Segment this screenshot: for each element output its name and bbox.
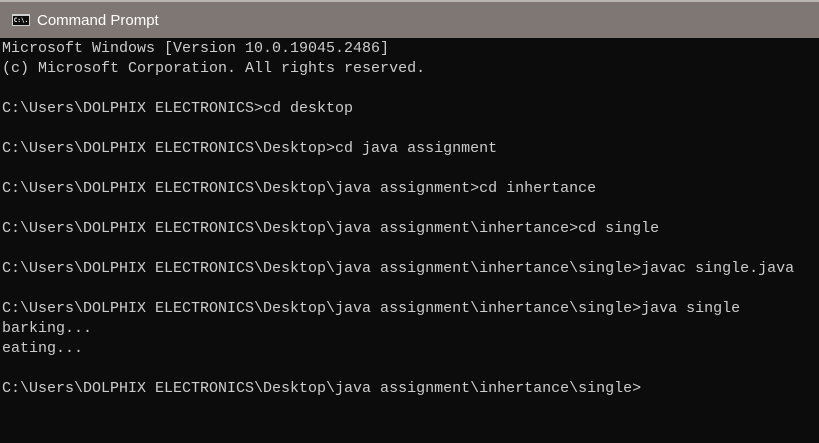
console-line: barking...	[2, 320, 93, 337]
cmd-icon: C:\.	[12, 14, 30, 26]
console-line: C:\Users\DOLPHIX ELECTRONICS\Desktop\jav…	[2, 380, 642, 397]
console-line: C:\Users\DOLPHIX ELECTRONICS\Desktop\jav…	[2, 260, 795, 277]
console-line: C:\Users\DOLPHIX ELECTRONICS\Desktop\jav…	[2, 220, 660, 237]
console-line: Microsoft Windows [Version 10.0.19045.24…	[2, 40, 390, 57]
console-line: C:\Users\DOLPHIX ELECTRONICS>cd desktop	[2, 100, 354, 117]
console-line: eating...	[2, 340, 84, 357]
console-output[interactable]: Microsoft Windows [Version 10.0.19045.24…	[2, 39, 819, 443]
console-line: (c) Microsoft Corporation. All rights re…	[2, 60, 426, 77]
console-line: C:\Users\DOLPHIX ELECTRONICS\Desktop\jav…	[2, 180, 597, 197]
console-line: C:\Users\DOLPHIX ELECTRONICS\Desktop\jav…	[2, 300, 741, 317]
title-bar[interactable]: C:\. Command Prompt	[0, 2, 819, 38]
window-title: Command Prompt	[37, 11, 159, 29]
console-line: C:\Users\DOLPHIX ELECTRONICS\Desktop>cd …	[2, 140, 498, 157]
